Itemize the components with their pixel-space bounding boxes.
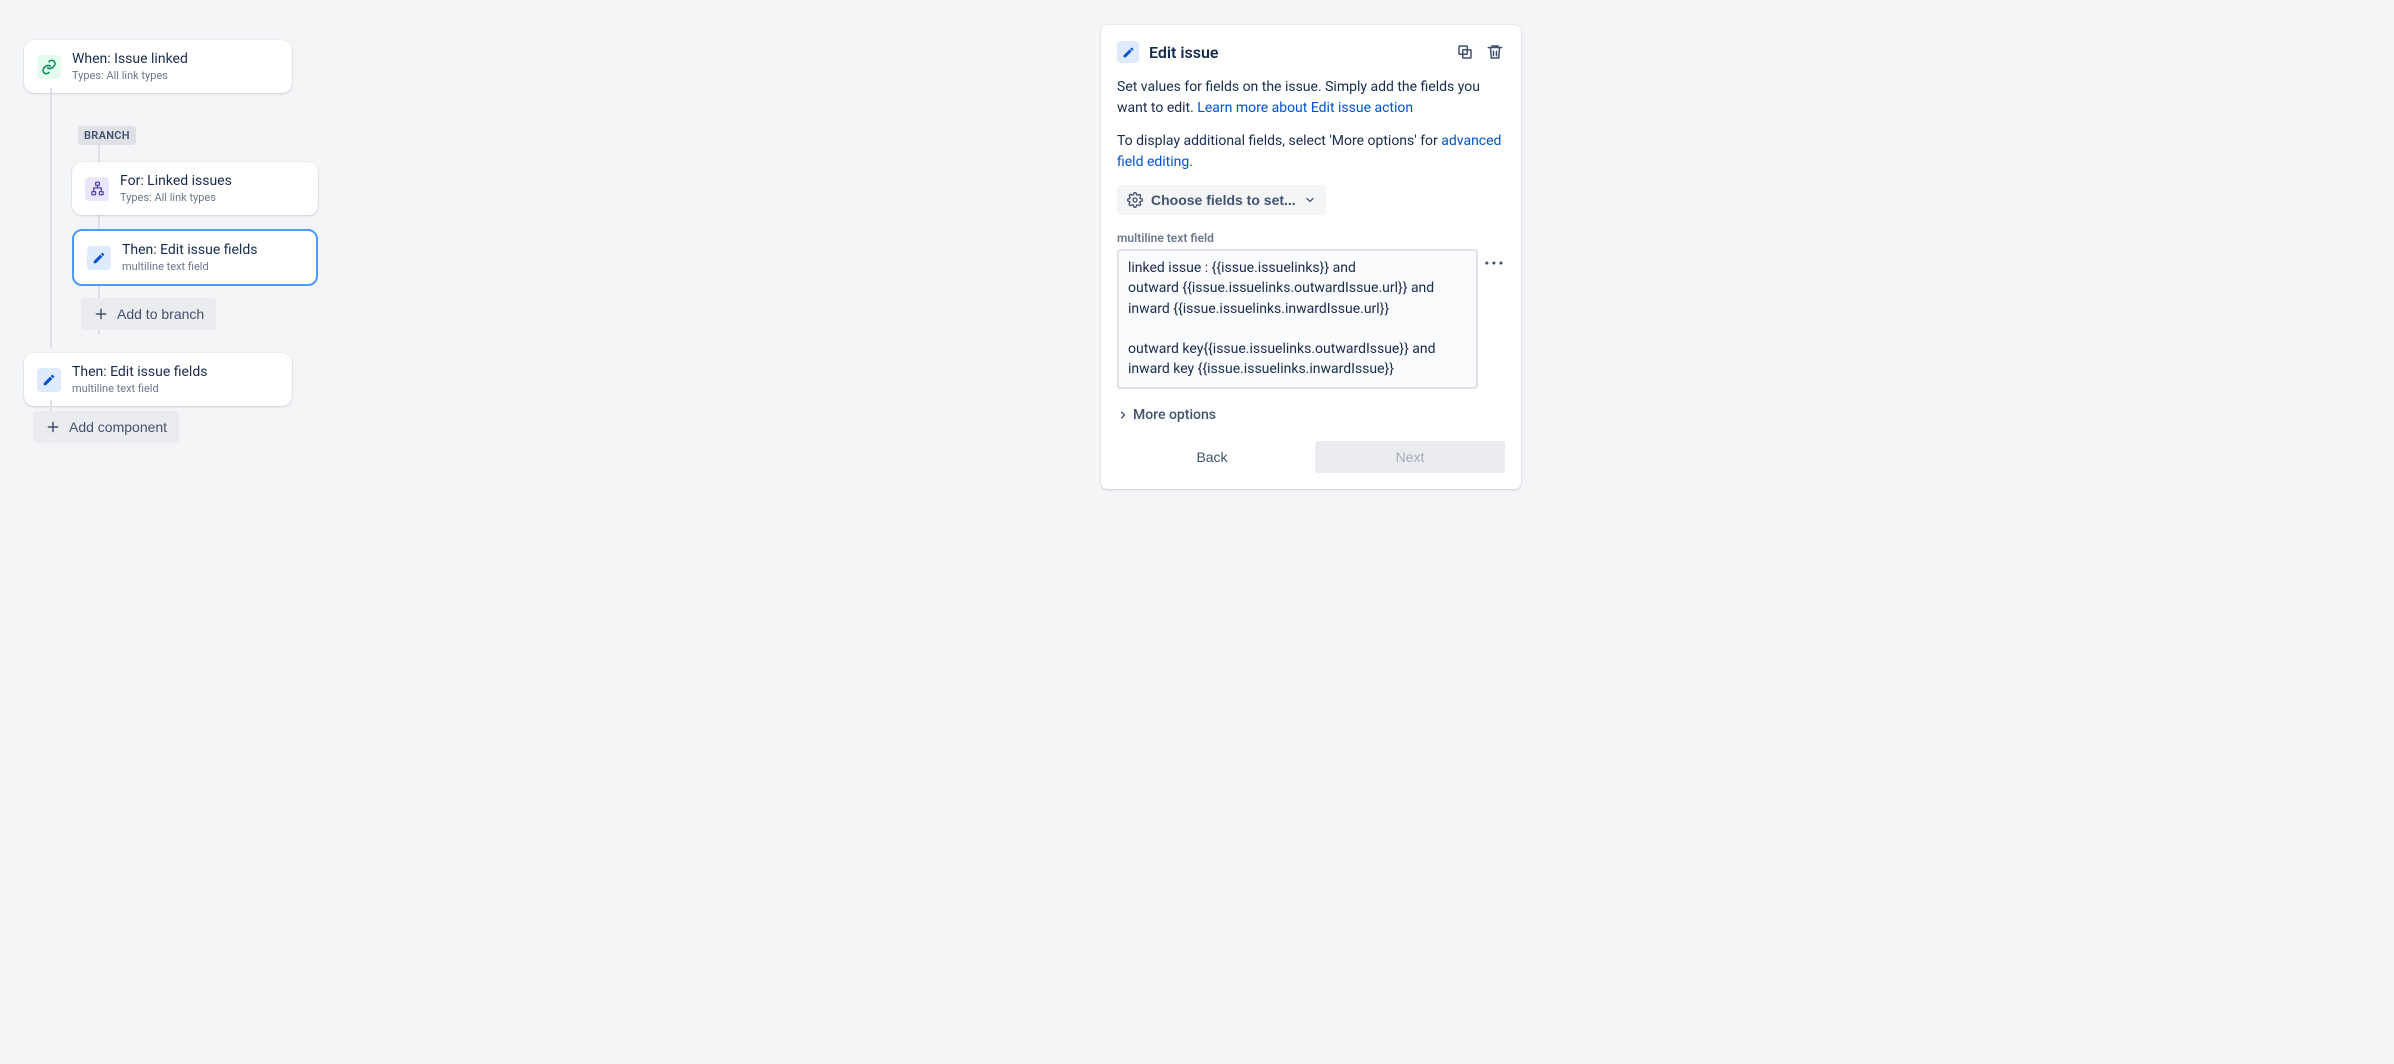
panel-description-1: Set values for fields on the issue. Simp… [1117, 77, 1505, 119]
edit-icon [87, 246, 111, 270]
automation-canvas: When: Issue linked Types: All link types… [0, 0, 590, 689]
field-label: multiline text field [1117, 231, 1505, 245]
trigger-title: When: Issue linked [72, 51, 188, 67]
desc2-post: . [1189, 154, 1193, 170]
add-component-button[interactable]: Add component [33, 411, 179, 443]
more-options-label: More options [1133, 407, 1216, 423]
panel-footer: Back Next [1117, 441, 1505, 473]
desc2-text: To display additional fields, select 'Mo… [1117, 133, 1441, 149]
field-more-actions[interactable]: ··· [1484, 249, 1505, 277]
copy-button[interactable] [1455, 42, 1475, 62]
then-action-card[interactable]: Then: Edit issue fields multiline text f… [24, 353, 292, 406]
trigger-subtitle: Types: All link types [72, 69, 188, 82]
branch-badge: BRANCH [78, 126, 136, 145]
then-action-text: Then: Edit issue fields multiline text f… [72, 364, 207, 395]
branch-for-title: For: Linked issues [120, 173, 232, 189]
trigger-card[interactable]: When: Issue linked Types: All link types [24, 40, 292, 93]
branch-action-text: Then: Edit issue fields multiline text f… [122, 242, 257, 273]
trigger-text: When: Issue linked Types: All link types [72, 51, 188, 82]
branch-action-subtitle: multiline text field [122, 260, 257, 273]
multiline-text-field[interactable] [1117, 249, 1478, 389]
chevron-right-icon [1117, 409, 1129, 421]
branch-action-card-selected[interactable]: Then: Edit issue fields multiline text f… [72, 229, 318, 286]
panel-header: Edit issue [1117, 41, 1505, 63]
then-action-title: Then: Edit issue fields [72, 364, 207, 380]
edit-issue-panel: Edit issue Set values for fields on the … [1101, 25, 1521, 489]
choose-fields-dropdown[interactable]: Choose fields to set... [1117, 185, 1326, 215]
gear-icon [1127, 192, 1143, 208]
branch-for-text: For: Linked issues Types: All link types [120, 173, 232, 204]
chevron-down-icon [1304, 194, 1316, 206]
link-icon [37, 55, 61, 79]
delete-button[interactable] [1485, 42, 1505, 62]
branch-icon [85, 177, 109, 201]
more-options-toggle[interactable]: More options [1117, 407, 1505, 423]
choose-fields-label: Choose fields to set... [1151, 192, 1296, 208]
add-component-label: Add component [69, 419, 167, 435]
edit-icon [37, 368, 61, 392]
back-button[interactable]: Back [1117, 441, 1307, 473]
branch-for-subtitle: Types: All link types [120, 191, 232, 204]
edit-icon [1117, 41, 1139, 63]
panel-title: Edit issue [1149, 43, 1219, 62]
add-to-branch-button[interactable]: Add to branch [81, 298, 216, 330]
branch-for-card[interactable]: For: Linked issues Types: All link types [72, 162, 318, 215]
next-button[interactable]: Next [1315, 441, 1505, 473]
plus-icon [45, 419, 61, 435]
plus-icon [93, 306, 109, 322]
add-to-branch-label: Add to branch [117, 306, 204, 322]
then-action-subtitle: multiline text field [72, 382, 207, 395]
branch-action-title: Then: Edit issue fields [122, 242, 257, 258]
connector-line [50, 88, 52, 348]
learn-more-link[interactable]: Learn more about Edit issue action [1197, 100, 1413, 116]
panel-description-2: To display additional fields, select 'Mo… [1117, 131, 1505, 173]
